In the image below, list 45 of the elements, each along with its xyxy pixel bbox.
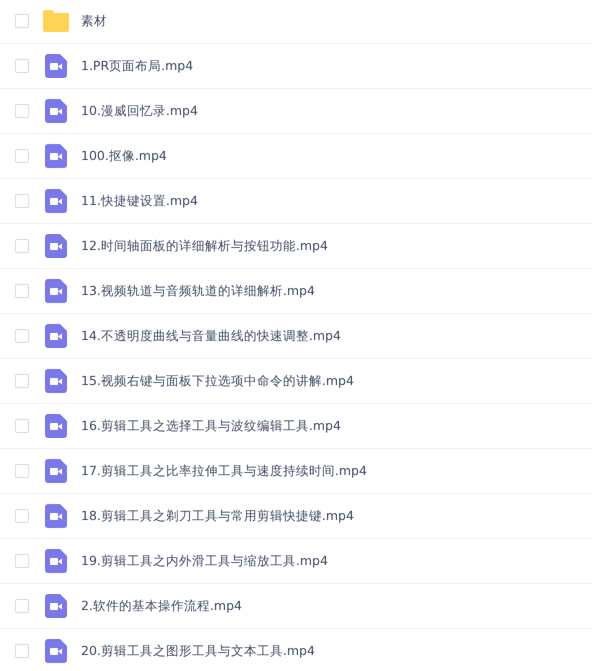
- file-name[interactable]: 18.剪辑工具之剃刀工具与常用剪辑快捷键.mp4: [81, 508, 354, 524]
- video-file-icon: [45, 324, 67, 348]
- checkbox[interactable]: [15, 644, 29, 658]
- video-file-icon: [45, 189, 67, 213]
- file-name[interactable]: 10.漫威回忆录.mp4: [81, 102, 198, 120]
- file-name[interactable]: 19.剪辑工具之内外滑工具与缩放工具.mp4: [81, 552, 328, 570]
- file-name[interactable]: 1.PR页面布局.mp4: [81, 58, 194, 74]
- video-file-icon: [45, 99, 67, 123]
- checkbox[interactable]: [15, 59, 29, 73]
- checkbox[interactable]: [15, 104, 29, 118]
- video-file-icon: [45, 459, 67, 483]
- video-file-icon: [45, 549, 67, 573]
- checkbox[interactable]: [15, 284, 29, 298]
- video-file-icon: [45, 144, 67, 168]
- file-name[interactable]: 2.软件的基本操作流程.mp4: [81, 598, 242, 614]
- checkbox[interactable]: [15, 149, 29, 163]
- file-name[interactable]: 11.快捷键设置.mp4: [81, 192, 198, 210]
- video-file-icon: [45, 54, 67, 78]
- checkbox[interactable]: [15, 419, 29, 433]
- checkbox[interactable]: [15, 194, 29, 208]
- file-name[interactable]: 13.视频轨道与音频轨道的详细解析.mp4: [81, 282, 315, 300]
- checkbox[interactable]: [15, 239, 29, 253]
- video-file-icon: [45, 279, 67, 303]
- file-name[interactable]: 15.视频右键与面板下拉选项中命令的讲解.mp4: [81, 372, 354, 390]
- checkbox[interactable]: [15, 374, 29, 388]
- checkbox[interactable]: [15, 509, 29, 523]
- video-file-icon: [45, 639, 67, 663]
- file-name[interactable]: 14.不透明度曲线与音量曲线的快速调整.mp4: [81, 328, 341, 344]
- video-file-icon: [45, 234, 67, 258]
- checkbox[interactable]: [15, 329, 29, 343]
- folder-icon: [43, 10, 69, 32]
- file-name[interactable]: 100.抠像.mp4: [81, 148, 167, 164]
- video-file-icon: [45, 594, 67, 618]
- checkbox[interactable]: [15, 599, 29, 613]
- file-name[interactable]: 16.剪辑工具之选择工具与波纹编辑工具.mp4: [81, 418, 341, 434]
- file-name[interactable]: 20.剪辑工具之图形工具与文本工具.mp4: [81, 642, 315, 660]
- file-name[interactable]: 17.剪辑工具之比率拉伸工具与速度持续时间.mp4: [81, 462, 367, 480]
- file-name[interactable]: 素材: [81, 12, 107, 30]
- checkbox[interactable]: [15, 554, 29, 568]
- video-file-icon: [45, 369, 67, 393]
- video-file-icon: [45, 414, 67, 438]
- checkbox[interactable]: [15, 464, 29, 478]
- checkbox[interactable]: [15, 14, 29, 28]
- file-name[interactable]: 12.时间轴面板的详细解析与按钮功能.mp4: [81, 238, 328, 254]
- video-file-icon: [45, 504, 67, 528]
